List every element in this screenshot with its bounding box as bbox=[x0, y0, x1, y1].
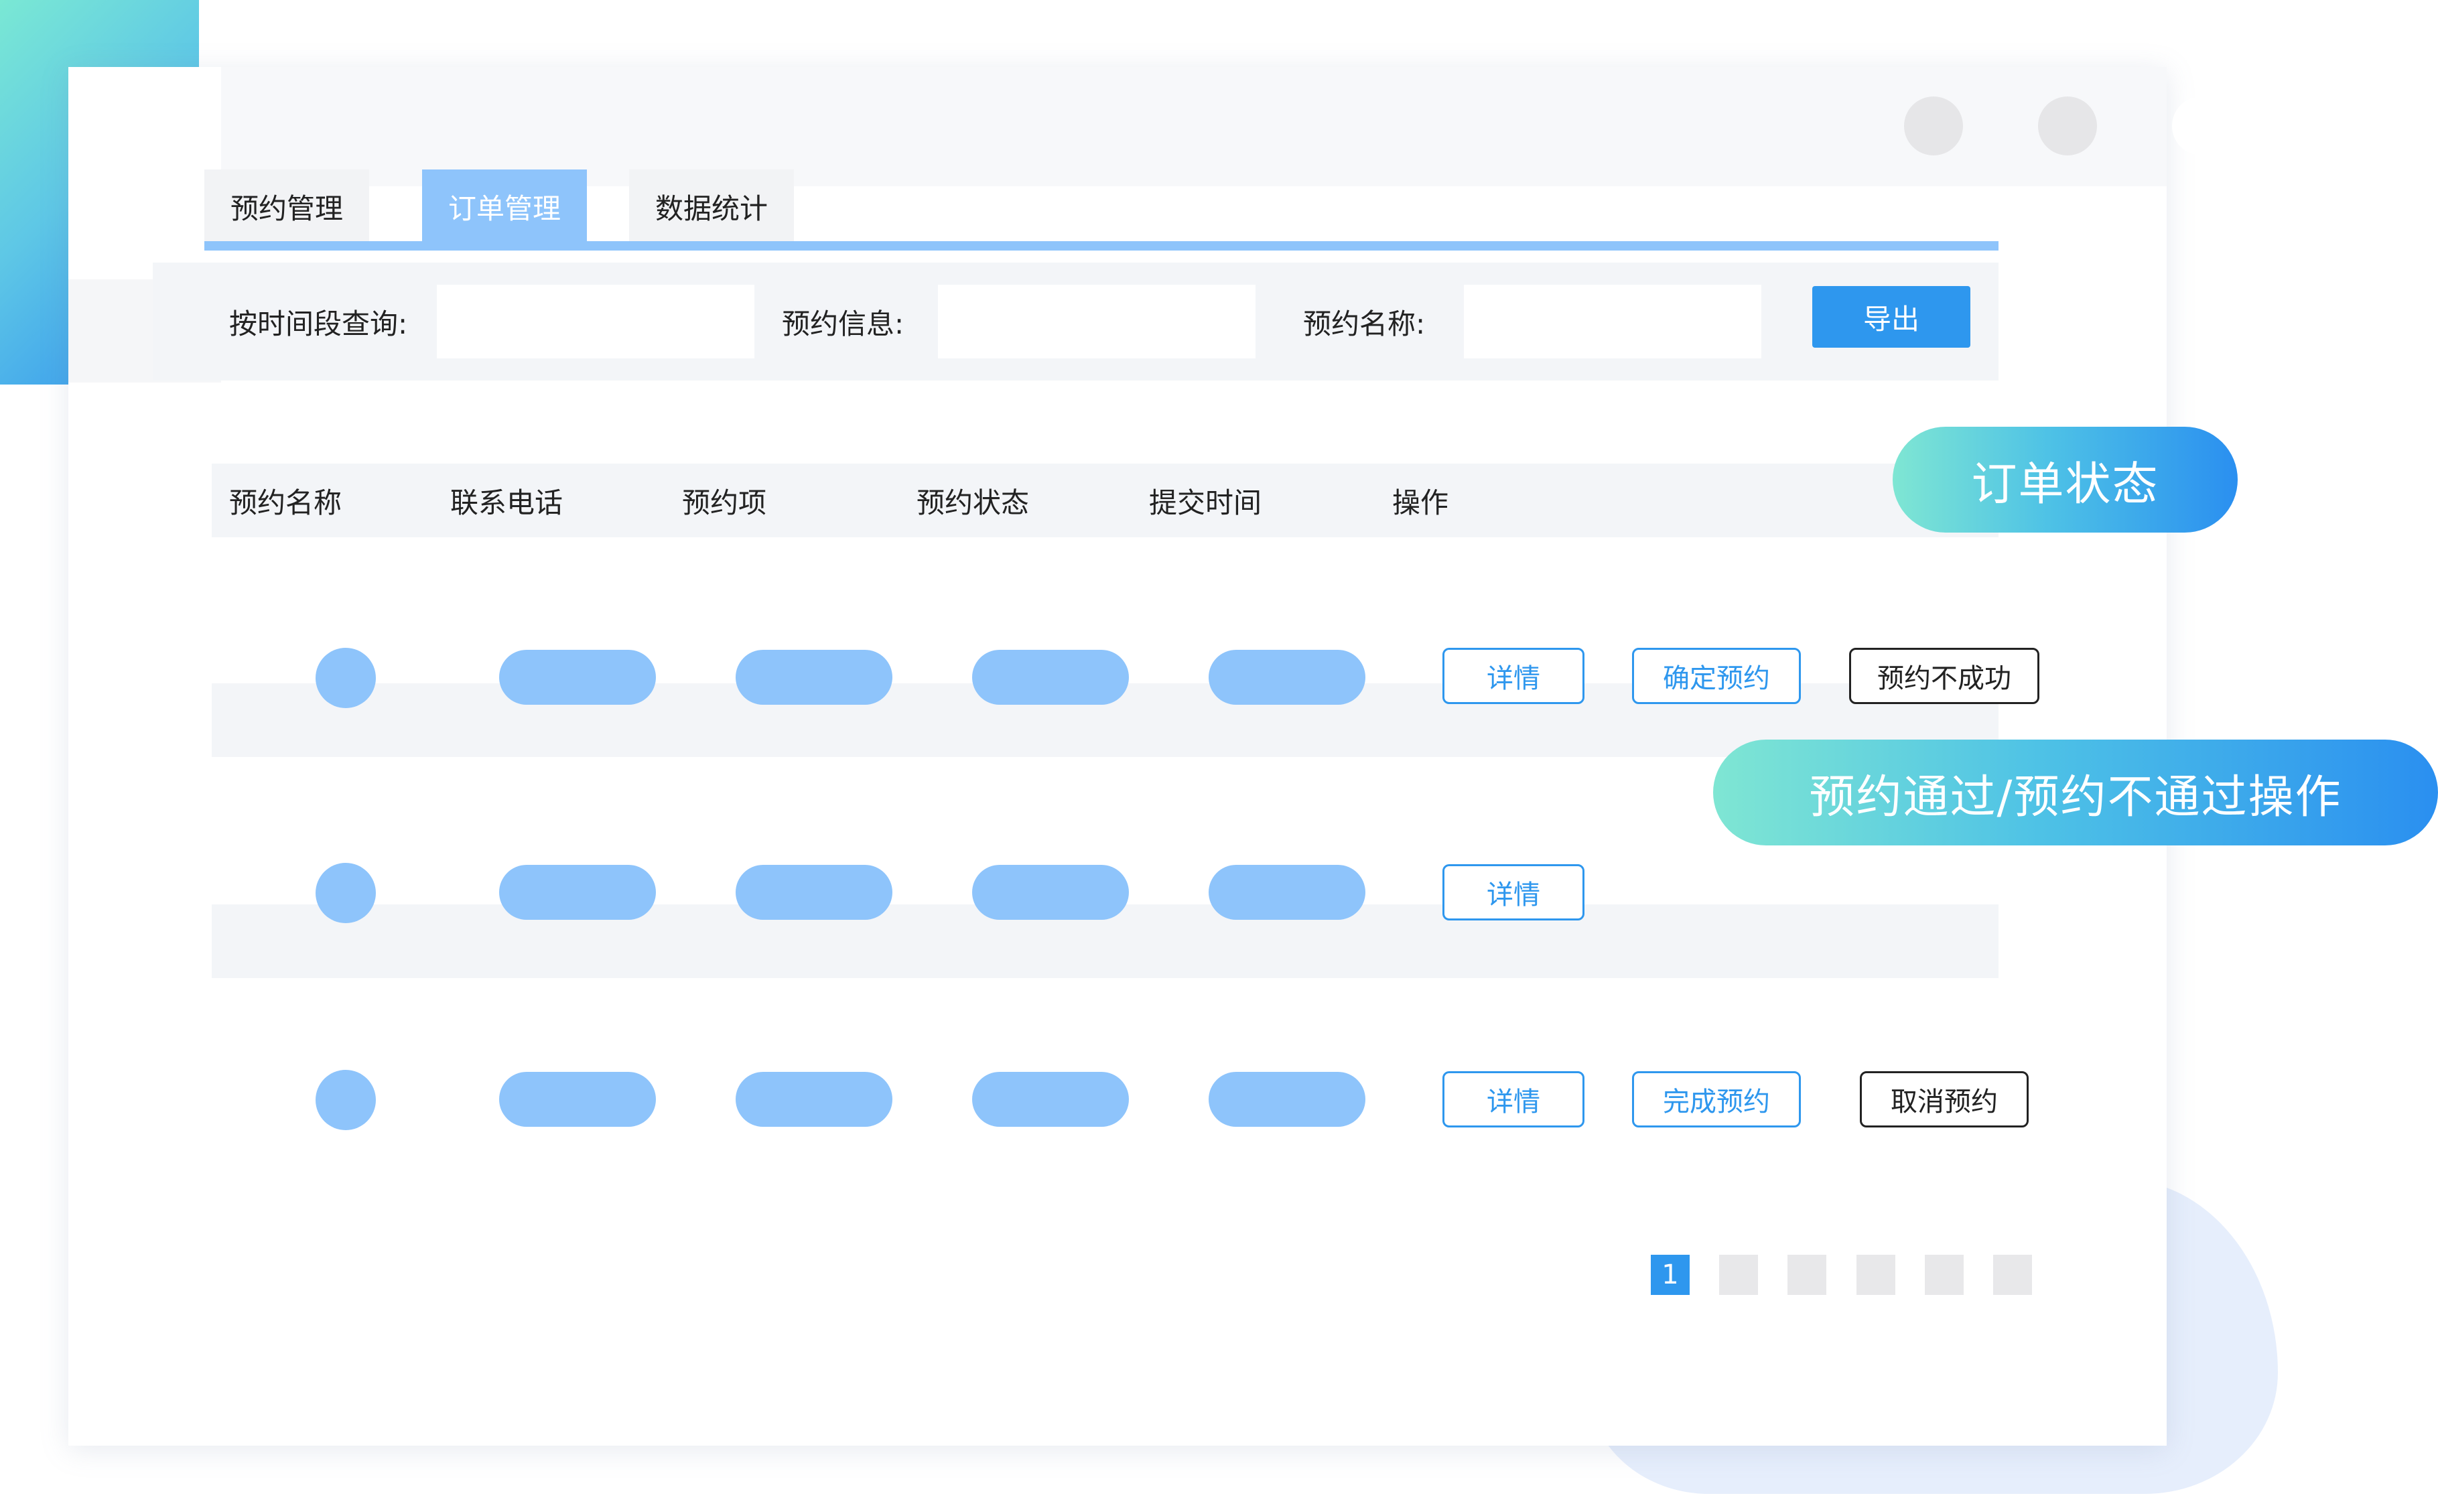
approve-reject-callout: 预约通过/预约不通过操作 bbox=[1713, 740, 2438, 845]
row-avatar-placeholder bbox=[316, 648, 376, 708]
complete-reservation-button[interactable]: 完成预约 bbox=[1632, 1071, 1801, 1127]
row-avatar-placeholder bbox=[316, 1070, 376, 1130]
column-header-item: 预约项 bbox=[682, 486, 767, 519]
cell-placeholder bbox=[1209, 865, 1365, 920]
reservation-info-input[interactable] bbox=[938, 285, 1256, 358]
tab-underline bbox=[204, 241, 1999, 251]
row-avatar-placeholder bbox=[316, 863, 376, 923]
cell-placeholder bbox=[1209, 650, 1365, 705]
cell-placeholder bbox=[1209, 1072, 1365, 1127]
tab-order-management[interactable]: 订单管理 bbox=[422, 169, 587, 243]
time-range-label: 按时间段查询: bbox=[229, 307, 408, 340]
title-bar bbox=[221, 67, 2231, 186]
cell-placeholder bbox=[972, 865, 1129, 920]
time-range-input[interactable] bbox=[437, 285, 754, 358]
column-header-actions: 操作 bbox=[1392, 486, 1449, 519]
pagination-page-current[interactable]: 1 bbox=[1651, 1255, 1690, 1295]
details-button[interactable]: 详情 bbox=[1442, 648, 1584, 704]
window-control-icon[interactable] bbox=[1904, 96, 1963, 155]
details-button[interactable]: 详情 bbox=[1442, 1071, 1584, 1127]
cell-placeholder bbox=[736, 865, 892, 920]
cell-placeholder bbox=[736, 650, 892, 705]
order-status-callout: 订单状态 bbox=[1893, 427, 2238, 533]
cell-placeholder bbox=[972, 650, 1129, 705]
pagination-page[interactable] bbox=[1856, 1255, 1895, 1295]
reservation-info-label: 预约信息: bbox=[782, 307, 904, 340]
cell-placeholder bbox=[499, 1072, 656, 1127]
tab-reservation-management[interactable]: 预约管理 bbox=[204, 169, 369, 243]
details-button[interactable]: 详情 bbox=[1442, 864, 1584, 920]
column-header-name: 预约名称 bbox=[229, 486, 342, 519]
reservation-name-label: 预约名称: bbox=[1303, 307, 1426, 340]
reservation-failed-button[interactable]: 预约不成功 bbox=[1849, 648, 2039, 704]
tab-data-statistics[interactable]: 数据统计 bbox=[629, 169, 794, 243]
pagination-page[interactable] bbox=[1993, 1255, 2032, 1295]
cancel-reservation-button[interactable]: 取消预约 bbox=[1860, 1071, 2029, 1127]
export-button[interactable]: 导出 bbox=[1812, 286, 1970, 348]
cell-placeholder bbox=[499, 650, 656, 705]
column-header-status: 预约状态 bbox=[917, 486, 1030, 519]
column-header-submit-time: 提交时间 bbox=[1149, 486, 1262, 519]
pagination-page[interactable] bbox=[1719, 1255, 1758, 1295]
window-control-icon[interactable] bbox=[2172, 96, 2231, 155]
confirm-reservation-button[interactable]: 确定预约 bbox=[1632, 648, 1801, 704]
reservation-name-input[interactable] bbox=[1464, 285, 1761, 358]
window-control-icon[interactable] bbox=[2038, 96, 2097, 155]
pagination-page[interactable] bbox=[1787, 1255, 1826, 1295]
pagination-page[interactable] bbox=[1925, 1255, 1964, 1295]
cell-placeholder bbox=[499, 865, 656, 920]
column-header-phone: 联系电话 bbox=[450, 486, 563, 519]
cell-placeholder bbox=[736, 1072, 892, 1127]
cell-placeholder bbox=[972, 1072, 1129, 1127]
